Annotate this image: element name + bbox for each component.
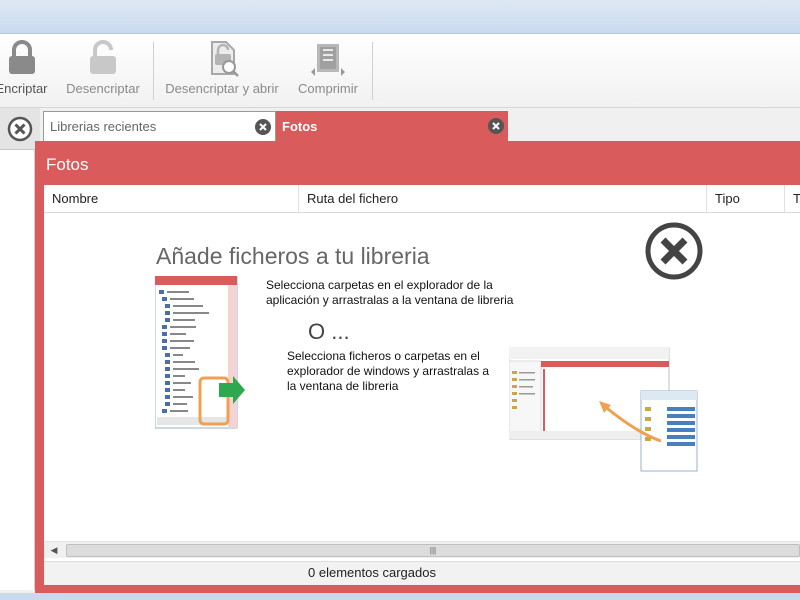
column-nombre[interactable]: Nombre bbox=[44, 185, 299, 213]
scroll-left-button[interactable]: ◀ bbox=[46, 543, 62, 558]
status-text: 0 elementos cargados bbox=[44, 561, 800, 585]
toolbar-group-open: Desencriptar y abrir Comprimir bbox=[160, 38, 366, 100]
column-tipo[interactable]: Tipo bbox=[707, 185, 785, 213]
close-icon[interactable] bbox=[488, 118, 504, 134]
instruction-windows-explorer: Selecciona ficheros o carpetas en el exp… bbox=[287, 349, 490, 393]
file-list: Nombre Ruta del fichero Tipo T Añade fic… bbox=[44, 185, 800, 585]
tab-librerias-recientes[interactable]: Librerias recientes bbox=[43, 111, 276, 141]
encrypt-button[interactable]: Encriptar bbox=[0, 38, 49, 100]
instruction-app-explorer: Selecciona carpetas en el explorador de … bbox=[266, 278, 514, 307]
windows-explorer-illustration bbox=[509, 347, 698, 472]
unlock-icon bbox=[81, 38, 125, 78]
decrypt-button[interactable]: Desencriptar bbox=[59, 38, 147, 100]
toolbar-separator bbox=[372, 42, 373, 100]
scroll-thumb[interactable]: ||| bbox=[66, 544, 800, 557]
lock-icon bbox=[0, 38, 44, 78]
toolbar: Encriptar Desencriptar Desencriptar y ab… bbox=[0, 34, 800, 108]
tab-bar: Librerias recientes Fotos bbox=[40, 108, 800, 142]
close-icon[interactable] bbox=[255, 119, 271, 135]
left-panel-header bbox=[0, 108, 40, 150]
column-t[interactable]: T bbox=[785, 185, 800, 213]
window-bottom-border bbox=[0, 593, 800, 600]
panel-title: Fotos bbox=[46, 155, 89, 174]
library-panel: Fotos Nombre Ruta del fichero Tipo T Aña… bbox=[35, 141, 800, 593]
column-ruta[interactable]: Ruta del fichero bbox=[299, 185, 707, 213]
left-panel bbox=[0, 150, 35, 590]
decrypt-open-button[interactable]: Desencriptar y abrir bbox=[160, 38, 284, 100]
horizontal-scrollbar[interactable]: ◀ ||| bbox=[44, 541, 800, 558]
window-titlebar bbox=[0, 0, 800, 34]
tab-fotos[interactable]: Fotos bbox=[276, 111, 508, 141]
tab-label: Librerias recientes bbox=[50, 119, 157, 134]
decrypt-open-label: Desencriptar y abrir bbox=[165, 81, 279, 96]
decrypt-label: Desencriptar bbox=[66, 81, 140, 96]
compress-label: Comprimir bbox=[298, 81, 358, 96]
compress-button[interactable]: Comprimir bbox=[290, 38, 366, 100]
app-explorer-illustration bbox=[155, 276, 245, 429]
toolbar-separator bbox=[153, 42, 154, 100]
tab-label: Fotos bbox=[282, 118, 318, 134]
compress-icon bbox=[306, 38, 350, 78]
close-icon[interactable] bbox=[7, 116, 33, 142]
column-header: Nombre Ruta del fichero Tipo T bbox=[44, 185, 800, 213]
encrypt-label: Encriptar bbox=[0, 81, 48, 96]
toolbar-group-crypto: Encriptar Desencriptar bbox=[0, 38, 147, 100]
or-separator: O ... bbox=[308, 319, 350, 344]
close-icon[interactable] bbox=[644, 221, 704, 281]
empty-state-title: Añade ficheros a tu libreria bbox=[156, 243, 430, 269]
decrypt-open-icon bbox=[200, 38, 244, 78]
